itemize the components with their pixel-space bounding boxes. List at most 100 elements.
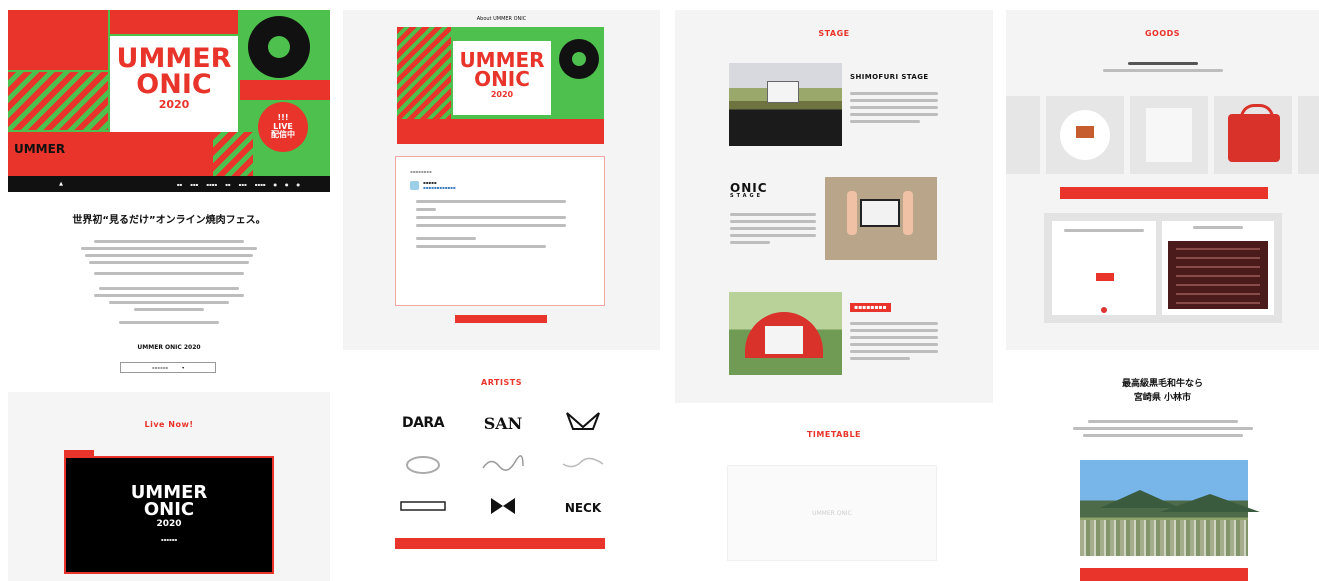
- stage1-name: SHIMOFURI STAGE: [850, 73, 929, 81]
- goods-title: GOODS: [1144, 29, 1181, 38]
- goods-shop-button[interactable]: [1060, 187, 1268, 199]
- brand-line-text: UMMER ONIC 2020: [137, 344, 201, 351]
- artist-logo-script[interactable]: [481, 454, 525, 478]
- timetable-section: TIMETABLE UMMER ONIC: [675, 403, 993, 581]
- site-logo[interactable]: ▲: [52, 176, 70, 192]
- goods-item[interactable]: [1298, 96, 1319, 174]
- hero-bottom-band: UMMER: [8, 132, 213, 176]
- intro-text-block: [8, 240, 330, 328]
- avatar: [410, 180, 419, 190]
- town-description: [1006, 420, 1319, 441]
- live-badge[interactable]: !!! LIVE 配信中: [258, 102, 308, 152]
- about-hero-band: [397, 119, 604, 144]
- goods-item-bag[interactable]: [1214, 96, 1292, 174]
- onic-logo-line2: STAGE: [730, 192, 764, 199]
- artist-logo-emblem[interactable]: [563, 409, 603, 437]
- live-section-title: Live Now!: [144, 420, 194, 429]
- town-title: 最高級黒毛和牛なら 宮崎県 小林市: [1006, 378, 1319, 405]
- hero-year: 2020: [158, 98, 190, 112]
- about-hero-image: UMMER ONIC 2020: [397, 27, 604, 144]
- screenshot-collage: UMMER ONIC 2020 UMMER !!! LIVE 配信中 ▪▪ ▪▪…: [0, 0, 1319, 581]
- onic-stage-logo: ONIC STAGE: [730, 182, 768, 199]
- embedded-tweet[interactable]: ▪▪▪▪▪▪▪▪ ▪▪▪▪▪ ▪▪▪▪▪▪▪▪▪▪▪▪: [395, 156, 605, 306]
- nav-item[interactable]: ▪▪▪: [190, 182, 198, 187]
- goods-carousel[interactable]: [1006, 96, 1319, 174]
- stage-photo-onic: [825, 177, 937, 260]
- stage-title: STAGE: [818, 29, 850, 38]
- record-graphic: [248, 16, 310, 78]
- artist-logo-crown[interactable]: [403, 453, 443, 479]
- goods-section: GOODS: [1006, 10, 1319, 350]
- about-wordmark-line2: ONIC: [474, 67, 530, 91]
- town-aerial-photo: [1080, 460, 1260, 556]
- artist-logo-script2[interactable]: [561, 454, 605, 478]
- nav-item[interactable]: ▪▪▪: [239, 182, 247, 187]
- artists-section: ARTISTS DARA SAN NECK: [343, 350, 660, 581]
- stage-photo-shimofuri: [729, 63, 842, 146]
- social-icon[interactable]: ●: [297, 182, 301, 187]
- wordmark-line1: UMMER: [116, 43, 232, 74]
- about-wordmark: UMMER ONIC: [453, 50, 551, 91]
- nav-item[interactable]: ▪▪▪▪: [255, 182, 266, 187]
- nav-item[interactable]: ▪▪▪▪: [206, 182, 217, 187]
- live-video-player[interactable]: UMMER ONIC 2020 ▪▪▪▪▪▪: [64, 456, 274, 574]
- hero-band-text: UMMER: [14, 142, 66, 156]
- tagline: 世界初“見るだけ”オンライン焼肉フェス。: [72, 215, 266, 226]
- artist-logo-san[interactable]: SAN: [484, 414, 523, 433]
- artist-logo-dara[interactable]: DARA: [402, 415, 445, 431]
- town-section: 最高級黒毛和牛なら 宮崎県 小林市: [1006, 350, 1319, 581]
- share-select[interactable]: ▪▪▪▪▪▪ ▾: [120, 362, 216, 373]
- about-wordmark-card: UMMER ONIC 2020: [453, 41, 551, 115]
- wordmark-line2: ONIC: [136, 68, 212, 100]
- panel-stages: STAGE SHIMOFURI STAGE ONIC STAGE ▪▪▪▪▪▪▪▪…: [675, 10, 993, 581]
- player-caption: ▪▪▪▪▪▪: [160, 536, 178, 542]
- player-wordmark: UMMER ONIC: [66, 483, 272, 521]
- stage2-description: [730, 213, 820, 248]
- goods-subtitle: [1006, 62, 1319, 76]
- hero-wordmark-card: UMMER ONIC 2020: [110, 36, 238, 132]
- social-icon[interactable]: ●: [285, 182, 289, 187]
- tweet-account: ▪▪▪▪▪ ▪▪▪▪▪▪▪▪▪▪▪▪: [410, 180, 590, 190]
- nav-item[interactable]: ▪▪: [177, 182, 182, 187]
- record-graphic: [559, 39, 599, 79]
- goods-item-cup[interactable]: [1130, 96, 1208, 174]
- panel-hero-overview: UMMER ONIC 2020 UMMER !!! LIVE 配信中 ▪▪ ▪▪…: [8, 10, 330, 581]
- artist-logo-wordmark[interactable]: [399, 496, 447, 520]
- live-badge-text: !!! LIVE 配信中: [271, 112, 295, 140]
- panel-goods-town: GOODS 最高級黒毛和牛なら 宮崎県 小林市: [1006, 10, 1319, 581]
- stage-photo-red: [729, 292, 842, 375]
- timetable-title: TIMETABLE: [806, 430, 862, 439]
- artist-logo-bow[interactable]: [488, 495, 518, 521]
- artist-logo-neck[interactable]: NECK: [565, 501, 601, 515]
- follow-button[interactable]: [455, 315, 547, 323]
- player-year: 2020: [156, 519, 182, 530]
- about-year: 2020: [490, 90, 514, 99]
- social-icon[interactable]: ●: [274, 182, 278, 187]
- town-title-line2: 宮崎県 小林市: [1133, 392, 1192, 403]
- player-wordmark-line2: ONIC: [143, 499, 195, 521]
- shop-menu-view: [1162, 221, 1274, 315]
- goods-item[interactable]: [1006, 96, 1040, 174]
- timetable-placeholder: UMMER ONIC: [727, 465, 937, 561]
- hero-banner: UMMER ONIC 2020 UMMER !!! LIVE 配信中 ▪▪ ▪▪…: [8, 10, 330, 192]
- online-shop-preview[interactable]: [1044, 213, 1282, 323]
- artists-more-button[interactable]: [395, 538, 605, 549]
- town-title-line1: 最高級黒毛和牛なら: [1121, 379, 1203, 389]
- chevron-down-icon: ▾: [182, 365, 185, 370]
- shop-list[interactable]: [1168, 241, 1268, 309]
- brand-line: UMMER ONIC 2020: [8, 344, 330, 351]
- nav-item[interactable]: ▪▪: [225, 182, 230, 187]
- hero-wordmark: UMMER ONIC: [110, 43, 238, 100]
- stage-section: STAGE SHIMOFURI STAGE ONIC STAGE ▪▪▪▪▪▪▪▪: [675, 10, 993, 403]
- panel-about-artists: About UMMER ONIC UMMER ONIC 2020 ▪▪▪▪▪▪▪…: [343, 10, 660, 581]
- artists-title: ARTISTS: [481, 378, 522, 387]
- tweet-header: ▪▪▪▪▪▪▪▪: [410, 169, 432, 174]
- about-label: About UMMER ONIC: [476, 16, 527, 22]
- about-section: About UMMER ONIC UMMER ONIC 2020 ▪▪▪▪▪▪▪…: [343, 10, 660, 350]
- stage1-description: [850, 92, 940, 127]
- tweet-headline: ▪▪▪▪▪▪▪▪▪▪▪▪: [423, 185, 456, 190]
- town-link-button[interactable]: [1080, 568, 1248, 581]
- shop-product-view: [1052, 221, 1156, 315]
- artist-logo-grid: DARA SAN NECK: [383, 402, 623, 528]
- goods-item-plate[interactable]: [1046, 96, 1124, 174]
